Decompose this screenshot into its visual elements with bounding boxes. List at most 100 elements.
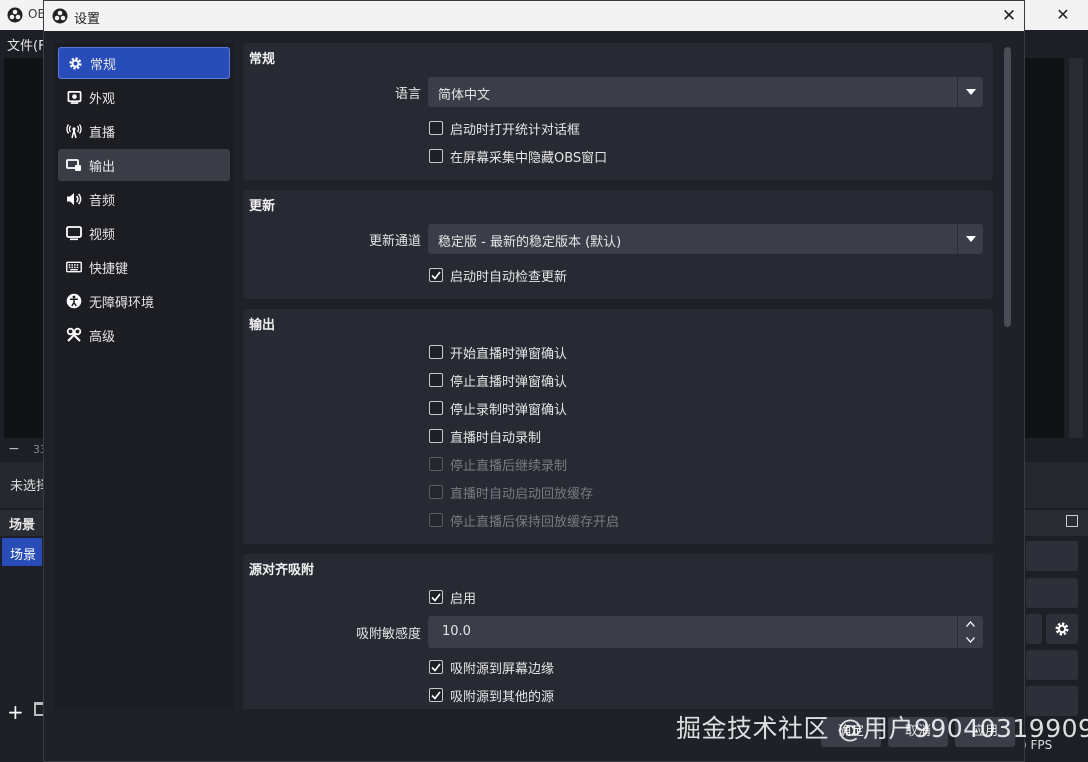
dialog-titlebar	[44, 1, 1024, 31]
checkbox-box	[429, 513, 443, 527]
dialog-title: 设置	[74, 12, 101, 27]
keep-recording-checkbox: 停止直播后继续录制	[429, 455, 568, 474]
sidebar-item-output[interactable]: 输出	[58, 149, 230, 181]
accessibility-icon	[66, 293, 82, 309]
sidebar-item-label: 视频	[89, 227, 116, 243]
auto-check-updates-checkbox[interactable]: 启动时自动检查更新	[429, 266, 568, 285]
scrollbar-thumb[interactable]	[1004, 47, 1011, 327]
sidebar-item-appearance[interactable]: 外观	[58, 81, 230, 113]
sidebar-item-label: 直播	[89, 125, 116, 141]
group-title: 更新	[249, 199, 276, 214]
snap-sensitivity-spinbox[interactable]: 10.0	[428, 616, 983, 648]
sidebar-item-video[interactable]: 视频	[58, 217, 230, 249]
confirm-stop-record-checkbox[interactable]: 停止录制时弹窗确认	[429, 399, 567, 418]
checkbox-box	[429, 345, 443, 359]
hide-obs-checkbox[interactable]: 在屏幕采集中隐藏OBS窗口	[429, 147, 608, 166]
appearance-icon	[66, 89, 82, 105]
sidebar-item-general[interactable]: 常规	[58, 47, 230, 79]
sidebar-item-label: 输出	[89, 159, 116, 175]
snapping-enable-checkbox[interactable]: 启用	[429, 588, 477, 607]
dock-float-icon[interactable]	[1066, 515, 1078, 527]
snap-other-sources-checkbox[interactable]: 吸附源到其他的源	[429, 686, 555, 705]
controls-gear-icon[interactable]	[1046, 614, 1078, 644]
checkbox-label: 在屏幕采集中隐藏OBS窗口	[450, 150, 608, 166]
broadcast-icon	[66, 123, 82, 139]
spin-up-icon[interactable]	[958, 616, 983, 632]
checkbox-box	[429, 268, 443, 282]
spin-down-icon[interactable]	[958, 632, 983, 648]
sidebar-item-stream[interactable]: 直播	[58, 115, 230, 147]
scenes-dock-body	[0, 566, 44, 696]
keep-replay-buffer-checkbox: 停止直播后保持回放缓存开启	[429, 511, 620, 530]
checkbox-label: 停止直播时弹窗确认	[450, 374, 568, 390]
confirm-start-stream-checkbox[interactable]: 开始直播时弹窗确认	[429, 343, 568, 362]
sidebar-item-label: 常规	[90, 57, 117, 73]
scenes-dock-title: 场景	[9, 518, 36, 533]
snapping-group: 源对齐吸附 启用 吸附敏感度 10.0 吸附源到屏幕边缘 吸附源到其他的源	[243, 554, 993, 709]
monitor-icon	[66, 225, 82, 241]
update-channel-select[interactable]: 稳定版 - 最新的稳定版本 (默认)	[428, 224, 983, 254]
control-button-4[interactable]	[1026, 650, 1078, 680]
language-select[interactable]: 简体中文	[428, 77, 983, 107]
settings-dialog: 设置 ✕ 常规 外观 直播 输出 音频 视频 快捷键 无障碍环境 高级 常规 语…	[43, 0, 1025, 762]
sidebar-item-label: 无障碍环境	[89, 295, 155, 311]
watermark-text: 掘金技术社区 @用户99040319909	[676, 714, 1088, 743]
open-stats-checkbox[interactable]: 启动时打开统计对话框	[429, 119, 580, 138]
snap-screen-edges-checkbox[interactable]: 吸附源到屏幕边缘	[429, 658, 555, 677]
sidebar-item-label: 快捷键	[89, 261, 129, 277]
control-button-1[interactable]	[1026, 541, 1078, 571]
checkbox-box	[429, 688, 443, 702]
dialog-close-icon[interactable]: ✕	[999, 6, 1019, 26]
checkbox-label: 停止直播后保持回放缓存开启	[450, 514, 620, 530]
group-title: 源对齐吸附	[249, 563, 315, 578]
scene-list-item[interactable]: 场景	[2, 538, 42, 566]
checkbox-box	[429, 485, 443, 499]
checkbox-label: 直播时自动启动回放缓存	[450, 486, 594, 502]
tools-icon	[66, 327, 82, 343]
add-scene-icon[interactable]: +	[7, 700, 24, 724]
control-button-2[interactable]	[1026, 578, 1078, 608]
obs-logo-icon	[7, 7, 23, 23]
sidebar-item-label: 高级	[89, 329, 116, 345]
snap-sensitivity-value: 10.0	[442, 624, 471, 639]
sidebar-item-audio[interactable]: 音频	[58, 183, 230, 215]
checkbox-label: 启动时自动检查更新	[450, 269, 568, 285]
settings-scrollbar[interactable]	[1001, 43, 1015, 709]
checkbox-box	[429, 149, 443, 163]
sidebar-item-hotkeys[interactable]: 快捷键	[58, 251, 230, 283]
auto-record-checkbox[interactable]: 直播时自动录制	[429, 427, 542, 446]
gear-icon	[67, 55, 83, 71]
checkbox-label: 吸附源到屏幕边缘	[450, 661, 555, 677]
checkbox-label: 启用	[450, 591, 477, 607]
menu-file[interactable]: 文件(F	[7, 35, 46, 54]
checkbox-box	[429, 401, 443, 415]
preview-scrollbar[interactable]	[1069, 58, 1083, 438]
updates-group: 更新 更新通道 稳定版 - 最新的稳定版本 (默认) 启动时自动检查更新	[243, 190, 993, 299]
checkbox-box	[429, 457, 443, 471]
checkbox-label: 直播时自动录制	[450, 430, 542, 446]
sidebar-item-label: 外观	[89, 91, 116, 107]
auto-replay-buffer-checkbox: 直播时自动启动回放缓存	[429, 483, 594, 502]
update-channel-value: 稳定版 - 最新的稳定版本 (默认)	[438, 235, 622, 250]
spin-buttons	[957, 616, 983, 648]
general-group: 常规 语言 简体中文 启动时打开统计对话框 在屏幕采集中隐藏OBS窗口	[243, 43, 993, 180]
checkbox-box	[429, 660, 443, 674]
checkbox-box	[429, 429, 443, 443]
checkbox-label: 停止直播后继续录制	[450, 458, 568, 474]
zoom-out-button[interactable]: −	[8, 441, 20, 457]
checkbox-label: 开始直播时弹窗确认	[450, 346, 568, 362]
update-channel-label: 更新通道	[368, 234, 421, 249]
confirm-stop-stream-checkbox[interactable]: 停止直播时弹窗确认	[429, 371, 568, 390]
checkbox-box	[429, 590, 443, 604]
dropdown-arrow-icon	[957, 77, 983, 107]
sidebar-item-accessibility[interactable]: 无障碍环境	[58, 285, 230, 317]
speaker-icon	[66, 191, 82, 207]
main-close-icon[interactable]: ✕	[1052, 4, 1074, 26]
control-button-3[interactable]	[1026, 614, 1042, 644]
snap-sensitivity-label: 吸附敏感度	[355, 627, 421, 642]
output-group: 输出 开始直播时弹窗确认 停止直播时弹窗确认 停止录制时弹窗确认 直播时自动录制…	[243, 309, 993, 544]
checkbox-label: 吸附源到其他的源	[450, 689, 555, 705]
settings-sidebar: 常规 外观 直播 输出 音频 视频 快捷键 无障碍环境 高级	[54, 43, 234, 709]
keyboard-icon	[66, 259, 82, 275]
sidebar-item-advanced[interactable]: 高级	[58, 319, 230, 351]
